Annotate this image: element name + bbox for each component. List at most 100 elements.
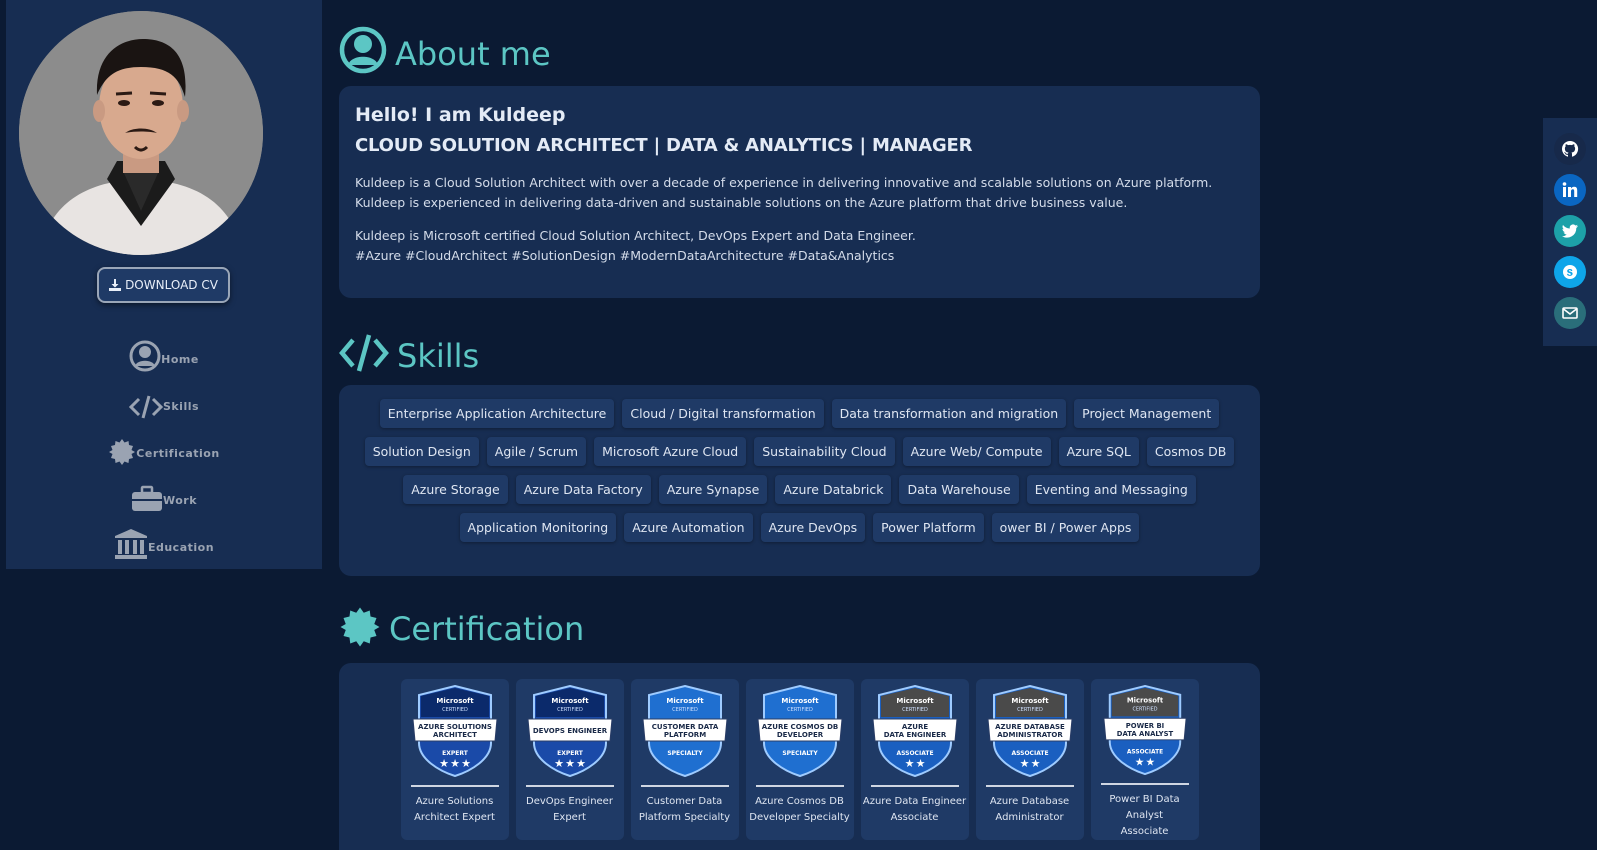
certification-divider — [870, 785, 959, 787]
skill-chip: Power Platform — [873, 513, 984, 542]
svg-text:★: ★ — [1145, 755, 1155, 768]
download-cv-button[interactable]: DOWNLOAD CV — [97, 267, 230, 303]
skill-chip: Azure DevOps — [760, 513, 866, 542]
skills-row: Application Monitoring Azure Automation … — [349, 513, 1250, 542]
badge-level: ASSOCIATE — [896, 750, 933, 757]
skills-row: Azure Storage Azure Data Factory Azure S… — [349, 475, 1250, 504]
certification-name-line-1: Power BI Data Analyst — [1109, 794, 1180, 821]
certification-item[interactable]: Microsoft CERTIFIED AZURE DATABASE ADMIN… — [975, 679, 1084, 840]
skype-link[interactable] — [1554, 256, 1586, 288]
certification-item[interactable]: Microsoft CERTIFIED CUSTOMER DATA PLATFO… — [630, 679, 739, 840]
skill-chip: Data Warehouse — [899, 475, 1019, 504]
certification-divider — [1100, 783, 1189, 785]
certification-badge-icon: Microsoft CERTIFIED AZURE DATA ENGINEER … — [871, 685, 958, 777]
svg-text:★: ★ — [461, 757, 471, 770]
headline: CLOUD SOLUTION ARCHITECT | DATA & ANALYT… — [355, 135, 973, 156]
certification-name-line-1: Azure Data Engineer — [862, 796, 967, 807]
certification-badge-icon: Microsoft CERTIFIED AZURE DATABASE ADMIN… — [986, 685, 1073, 777]
certification-divider — [410, 785, 499, 787]
badge-title-2: DATA ANALYST — [1116, 730, 1173, 738]
certification-item[interactable]: Microsoft CERTIFIED DEVOPS ENGINEER EXPE… — [515, 679, 624, 840]
certification-name-line-1: Azure Solutions — [415, 796, 494, 807]
badge-certified: CERTIFIED — [557, 707, 583, 713]
certification-item[interactable]: Microsoft CERTIFIED AZURE DATA ENGINEER … — [860, 679, 969, 840]
certification-name-line-2: Administrator — [995, 812, 1064, 823]
skills-row: Enterprise Application Architecture Clou… — [349, 399, 1250, 428]
about-paragraph-1: Kuldeep is a Cloud Solution Architect wi… — [355, 175, 1213, 210]
badge-certified: CERTIFIED — [442, 707, 468, 713]
certification-name: Azure Solutions Architect Expert — [412, 794, 497, 826]
badge-level: EXPERT — [442, 750, 469, 757]
skill-chip: Sustainability Cloud — [754, 437, 895, 466]
nav-item-home[interactable]: Home — [6, 325, 322, 372]
badge-brand: Microsoft — [436, 697, 474, 705]
certification-name: Power BI Data Analyst Associate — [1091, 792, 1199, 840]
skills-card: Enterprise Application Architecture Clou… — [339, 385, 1260, 576]
mail-icon — [1562, 307, 1578, 319]
badge-title-1: DEVOPS ENGINEER — [532, 727, 607, 735]
skill-chip: Azure Synapse — [658, 475, 768, 504]
certification-name: Azure Database Administrator — [988, 794, 1071, 826]
certification-section-title: Certification — [339, 606, 584, 648]
certification-title: Certification — [389, 610, 585, 648]
certification-item[interactable]: Microsoft CERTIFIED AZURE SOLUTIONS ARCH… — [400, 679, 509, 840]
certification-name-line-1: Azure Database — [989, 796, 1070, 807]
certification-name-line-1: Customer Data — [646, 796, 723, 807]
skill-chip: Cloud / Digital transformation — [622, 399, 824, 428]
badge-title-1: AZURE COSMOS DB — [761, 723, 837, 731]
twitter-link[interactable] — [1554, 215, 1586, 247]
nav-label-work: Work — [162, 494, 198, 507]
certificate-icon — [340, 607, 380, 647]
nav-item-work[interactable]: Work — [6, 466, 322, 513]
badge-certified: CERTIFIED — [672, 707, 698, 713]
about-card: Hello! I am Kuldeep CLOUD SOLUTION ARCHI… — [339, 86, 1260, 298]
nav-label-skills: Skills — [162, 400, 200, 413]
certification-item[interactable]: Microsoft CERTIFIED AZURE COSMOS DB DEVE… — [745, 679, 854, 840]
nav-item-skills[interactable]: Skills — [6, 372, 322, 419]
skill-chip: owe​r BI / Power Apps — [991, 513, 1140, 542]
skill-chip: Azure Data Factory — [515, 475, 651, 504]
user-circle-icon — [339, 26, 387, 74]
svg-text:★: ★ — [450, 757, 460, 770]
skill-chip: Solution Design — [364, 437, 479, 466]
university-icon — [114, 529, 147, 559]
about-certified-line: Kuldeep is Microsoft certified Cloud Sol… — [355, 228, 916, 243]
svg-text:★: ★ — [1030, 757, 1040, 770]
github-icon — [1561, 140, 1579, 157]
mail-link[interactable] — [1554, 297, 1586, 329]
sidebar: DOWNLOAD CV Home Skills Certification Wo… — [6, 0, 322, 569]
about-title: About me — [395, 35, 551, 73]
certification-name-line-1: Azure Cosmos DB — [755, 796, 844, 807]
nav-item-certification[interactable]: Certification — [6, 419, 322, 466]
certification-badge-icon: Microsoft CERTIFIED CUSTOMER DATA PLATFO… — [641, 685, 728, 777]
badge-brand: Microsoft — [1126, 697, 1163, 705]
certification-name: Azure Cosmos DB Developer Specialty — [747, 794, 851, 826]
badge-title-1: CUSTOMER DATA — [651, 723, 718, 731]
github-link[interactable] — [1554, 133, 1586, 165]
badge-title-1: POWER BI — [1125, 722, 1163, 730]
skills-row: Solution Design Agile / Scrum Microsoft … — [349, 437, 1250, 466]
certification-name-line-2: Architect Expert — [414, 812, 495, 823]
skill-chip: Cosmos DB — [1146, 437, 1235, 466]
skill-chip: Project Management — [1074, 399, 1220, 428]
badge-brand: Microsoft — [666, 697, 704, 705]
about-hashtags: #Azure #CloudArchitect #SolutionDesign #… — [355, 248, 895, 263]
download-icon — [109, 279, 122, 291]
nav-item-education[interactable]: Education — [6, 513, 322, 560]
certification-item[interactable]: Microsoft CERTIFIED POWER BI DATA ANALYS… — [1090, 679, 1199, 840]
code-icon — [339, 334, 389, 372]
linkedin-link[interactable] — [1554, 174, 1586, 206]
badge-level: EXPERT — [557, 750, 584, 757]
skype-icon — [1563, 265, 1577, 279]
sidebar-nav: Home Skills Certification Work Education — [6, 325, 322, 560]
badge-certified: CERTIFIED — [902, 707, 928, 713]
certification-badge-icon: Microsoft CERTIFIED POWER BI DATA ANALYS… — [1102, 685, 1187, 776]
nav-label-home: Home — [161, 353, 199, 366]
skill-chip: Application Monitoring — [459, 513, 617, 542]
certification-divider — [640, 785, 729, 787]
skill-chip: Data transformation and migration — [831, 399, 1067, 428]
certification-badge-icon: Microsoft CERTIFIED DEVOPS ENGINEER EXPE… — [526, 685, 613, 777]
badge-brand: Microsoft — [1011, 697, 1049, 705]
svg-text:★: ★ — [904, 757, 914, 770]
linkedin-icon — [1562, 182, 1578, 197]
